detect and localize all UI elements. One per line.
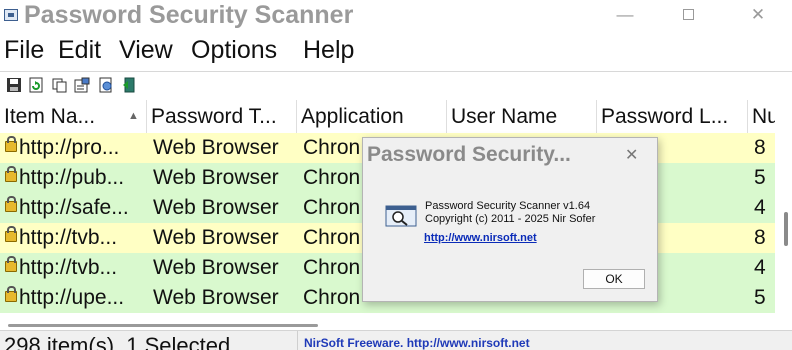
cell-password-type: Web Browser (153, 166, 279, 189)
status-nirsoft-link[interactable]: NirSoft Freeware. http://www.nirsoft.net (304, 336, 530, 350)
cell-item-name: http://safe... (19, 196, 129, 219)
dialog-close-button[interactable]: ✕ (625, 145, 638, 165)
cell-item-name: http://tvb... (19, 226, 118, 249)
menu-help[interactable]: Help (303, 36, 354, 65)
maximize-icon (682, 9, 694, 20)
column-header-password-type[interactable]: Password T... (147, 100, 297, 133)
vertical-scrollbar-thumb[interactable] (784, 212, 788, 246)
menu-view[interactable]: View (119, 36, 173, 65)
cell-password-type: Web Browser (153, 226, 279, 249)
cell-password-type: Web Browser (153, 196, 279, 219)
cell-number: 5 (754, 166, 766, 189)
vertical-scrollbar[interactable] (775, 100, 792, 315)
menu-bar: File Edit View Options Help (0, 36, 792, 70)
save-icon[interactable] (6, 77, 22, 93)
cell-password-type: Web Browser (153, 136, 279, 159)
cell-item-name: http://pro... (19, 136, 120, 159)
cell-number: 5 (754, 286, 766, 309)
status-item-count: 298 item(s), 1 Selected (4, 333, 231, 350)
cell-password-type: Web Browser (153, 256, 279, 279)
cell-number: 8 (754, 136, 766, 159)
column-header-application[interactable]: Application (297, 100, 447, 133)
sort-ascending-icon: ▲ (128, 110, 139, 122)
window-title: Password Security Scanner (24, 1, 354, 29)
horizontal-scrollbar[interactable] (0, 315, 792, 330)
cell-password-type: Web Browser (153, 286, 279, 309)
lock-icon (5, 136, 17, 152)
maximize-button[interactable] (665, 0, 711, 30)
minimize-button[interactable]: — (602, 0, 648, 30)
lock-icon (5, 166, 17, 182)
status-bar: 298 item(s), 1 Selected NirSoft Freeware… (0, 330, 792, 350)
ok-button[interactable]: OK (583, 269, 645, 289)
toolbar (0, 71, 792, 98)
column-header-item-name[interactable]: Item Na... (0, 100, 147, 133)
horizontal-scrollbar-thumb[interactable] (8, 324, 318, 327)
app-logo-icon (385, 204, 417, 228)
copy-icon[interactable] (52, 77, 68, 93)
about-dialog: Password Security... ✕ Password Security… (362, 137, 658, 302)
lock-icon (5, 196, 17, 212)
refresh-icon[interactable] (28, 77, 44, 93)
menu-file[interactable]: File (4, 36, 44, 65)
cell-number: 8 (754, 226, 766, 249)
title-bar: Password Security Scanner — ✕ (0, 0, 792, 32)
properties-icon[interactable] (74, 77, 90, 93)
lock-icon (5, 226, 17, 242)
app-icon (4, 9, 18, 21)
cell-number: 4 (754, 256, 766, 279)
lock-icon (5, 256, 17, 272)
exit-icon[interactable] (122, 77, 138, 93)
list-header: Item Na... ▲ Password T... Application U… (0, 100, 775, 134)
dialog-version-text: Password Security Scanner v1.64 (425, 200, 591, 212)
html-report-icon[interactable] (98, 77, 114, 93)
column-header-number[interactable]: Nu (748, 100, 775, 133)
column-header-user-name[interactable]: User Name (447, 100, 597, 133)
menu-options[interactable]: Options (191, 36, 277, 65)
dialog-website-link[interactable]: http://www.nirsoft.net (424, 232, 537, 244)
cell-item-name: http://tvb... (19, 256, 118, 279)
cell-number: 4 (754, 196, 766, 219)
status-divider (297, 331, 298, 350)
column-header-password-length[interactable]: Password L... (597, 100, 748, 133)
close-button[interactable]: ✕ (735, 0, 781, 30)
dialog-title: Password Security... (367, 143, 571, 166)
dialog-copyright-text: Copyright (c) 2011 - 2025 Nir Sofer (425, 213, 596, 225)
lock-icon (5, 286, 17, 302)
cell-item-name: http://pub... (19, 166, 125, 189)
cell-item-name: http://upe... (19, 286, 125, 309)
menu-edit[interactable]: Edit (58, 36, 101, 65)
